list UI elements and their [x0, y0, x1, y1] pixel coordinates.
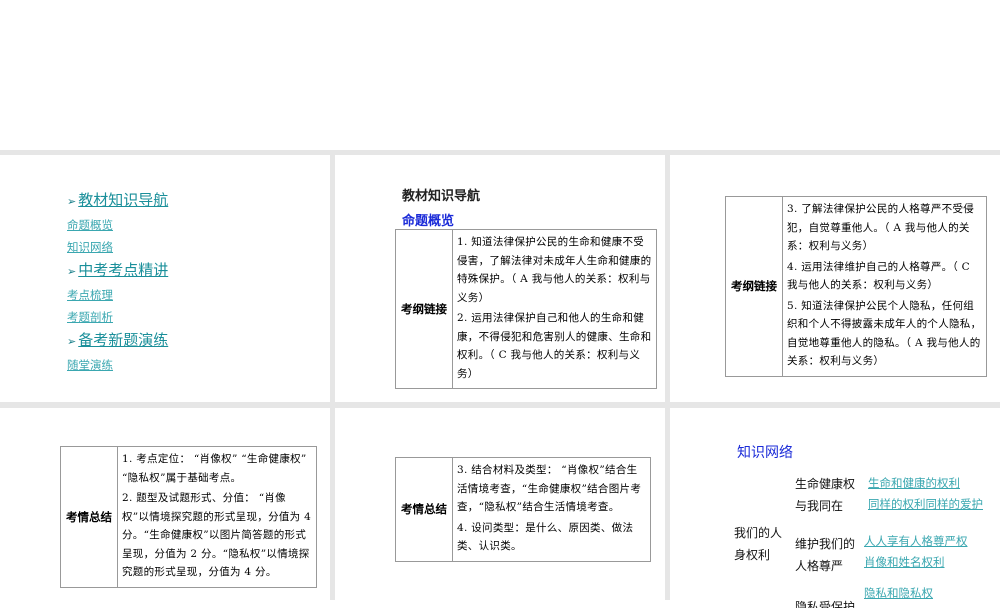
- row-content: 1. 知道法律保护公民的生命和健康不受侵害，了解法律对未成年人生命和健康的特殊保…: [452, 229, 657, 389]
- network-branch-life: 生命健康权 与我同在: [795, 473, 855, 517]
- branch-line: 生命健康权: [795, 477, 856, 491]
- row-label: 考纲链接: [395, 229, 453, 389]
- root-line: 我们的人: [734, 526, 783, 540]
- branch-line: 隐私受保护: [795, 600, 856, 608]
- exam-summary-table: 考情总结 1. 考点定位： “肖像权” “生命健康权” “隐私权”属于基础考点。…: [60, 446, 317, 588]
- link-life-health-right[interactable]: 生命和健康的权利: [868, 475, 960, 491]
- slide-1-contents[interactable]: ➢ 教材知识导航 命题概览 知识网络 ➢ 中考考点精讲 考点梳理 考题剖析 ➢ 备考新…: [0, 155, 330, 402]
- nav-link-analysis[interactable]: 考题剖析: [67, 306, 168, 328]
- syllabus-table: 考纲链接 3. 了解法律保护公民的人格尊严不受侵犯，自觉尊重他人。（ A 我与他…: [725, 196, 987, 377]
- summary-item: 2. 题型及试题形式、分值： “肖像权”以情境探究题的形式呈现，分值为 4 分。…: [122, 492, 312, 578]
- slide-6-knowledge-network[interactable]: 知识网络 我们的人 身权利 生命健康权 与我同在 生命和健康的权利 同样的权利同…: [670, 408, 1000, 608]
- nav-link-review[interactable]: 考点梳理: [67, 284, 168, 306]
- exam-summary-table: 考情总结 3. 结合材料及类型： “肖像权”结合生活情境考查，“生命健康权”结合…: [395, 457, 651, 562]
- slide-5-exam-summary[interactable]: 考情总结 3. 结合材料及类型： “肖像权”结合生活情境考查，“生命健康权”结合…: [335, 408, 665, 608]
- syllabus-item: 1. 知道法律保护公民的生命和健康不受侵害，了解法律对未成年人生命和健康的特殊保…: [457, 236, 652, 304]
- nav-heading-exam-points[interactable]: ➢ 中考考点精讲: [67, 258, 168, 284]
- branch-line: 维护我们的: [795, 537, 856, 551]
- contents-nav: ➢ 教材知识导航 命题概览 知识网络 ➢ 中考考点精讲 考点梳理 考题剖析 ➢ 备考新…: [67, 188, 168, 376]
- slide-title: 教材知识导航: [402, 189, 481, 204]
- branch-line: 人格尊严: [795, 559, 844, 573]
- nav-link-network[interactable]: 知识网络: [67, 236, 168, 258]
- syllabus-table: 考纲链接 1. 知道法律保护公民的生命和健康不受侵害，了解法律对未成年人生命和健…: [395, 229, 657, 389]
- syllabus-item: 4. 运用法律维护自己的人格尊严。（ C 我与他人的关系：权利与义务）: [787, 260, 970, 292]
- nav-link-overview[interactable]: 命题概览: [67, 214, 168, 236]
- syllabus-item: 2. 运用法律保护自己和他人的生命和健康，不得侵犯和危害别人的健康、生命和权利。…: [457, 312, 652, 380]
- arrow-bullet-icon: ➢: [67, 265, 77, 278]
- row-content: 3. 结合材料及类型： “肖像权”结合生活情境考查，“生命健康权”结合图片考查，…: [452, 457, 651, 562]
- slide-title: 知识网络: [737, 445, 793, 461]
- slide-2-overview[interactable]: 教材知识导航 命题概览 考纲链接 1. 知道法律保护公民的生命和健康不受侵害，了…: [335, 155, 665, 402]
- summary-item: 1. 考点定位： “肖像权” “生命健康权” “隐私权”属于基础考点。: [122, 453, 307, 484]
- summary-item: 4. 设问类型：是什么、原因类、做法类、认识类。: [457, 521, 634, 553]
- blank-area: [0, 0, 1000, 150]
- slide-3-syllabus[interactable]: 考纲链接 3. 了解法律保护公民的人格尊严不受侵犯，自觉尊重他人。（ A 我与他…: [670, 155, 1000, 402]
- network-root: 我们的人 身权利: [734, 522, 782, 566]
- row-content: 3. 了解法律保护公民的人格尊严不受侵犯，自觉尊重他人。（ A 我与他人的关系：…: [782, 196, 987, 377]
- syllabus-item: 3. 了解法律保护公民的人格尊严不受侵犯，自觉尊重他人。（ A 我与他人的关系：…: [787, 203, 975, 252]
- network-branch-dignity: 维护我们的 人格尊严: [795, 533, 855, 577]
- root-line: 身权利: [734, 548, 771, 562]
- arrow-bullet-icon: ➢: [67, 335, 77, 348]
- summary-item: 3. 结合材料及类型： “肖像权”结合生活情境考查，“生命健康权”结合图片考查，…: [457, 464, 642, 513]
- nav-link-class-practice[interactable]: 随堂演练: [67, 354, 168, 376]
- nav-heading-textbook[interactable]: ➢ 教材知识导航: [67, 188, 168, 214]
- row-content: 1. 考点定位： “肖像权” “生命健康权” “隐私权”属于基础考点。 2. 题…: [117, 446, 317, 588]
- syllabus-item: 5. 知道法律保护公民个人隐私，任何组织和个人不得披露未成年人的个人隐私，自觉地…: [787, 299, 982, 368]
- slide-4-exam-summary[interactable]: 考情总结 1. 考点定位： “肖像权” “生命健康权” “隐私权”属于基础考点。…: [0, 408, 330, 608]
- branch-line: 与我同在: [795, 499, 844, 513]
- link-same-rights[interactable]: 同样的权利同样的爱护: [868, 496, 983, 512]
- link-privacy-right[interactable]: 隐私和隐私权: [864, 585, 933, 601]
- row-label: 考纲链接: [725, 196, 783, 377]
- arrow-bullet-icon: ➢: [67, 195, 77, 208]
- slide-subtitle: 命题概览: [402, 214, 455, 229]
- link-dignity-right[interactable]: 人人享有人格尊严权: [864, 533, 968, 549]
- network-branch-privacy: 隐私受保护: [795, 596, 855, 608]
- row-label: 考情总结: [395, 457, 453, 562]
- link-portrait-name-right[interactable]: 肖像和姓名权利: [864, 554, 945, 570]
- nav-heading-practice[interactable]: ➢ 备考新题演练: [67, 328, 168, 354]
- row-label: 考情总结: [60, 446, 118, 588]
